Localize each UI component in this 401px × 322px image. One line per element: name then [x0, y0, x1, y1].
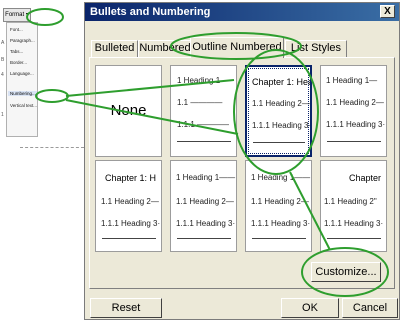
text-line	[252, 238, 306, 239]
outline-option[interactable]: 1 Heading 1—— 1.1 Heading 2— 1.1.1 Headi…	[170, 160, 237, 252]
menu-item-language[interactable]: Language...	[10, 71, 34, 76]
level-3-label: 1.1.1 ————	[177, 120, 230, 129]
menu-item-tabs[interactable]: Tabs...	[10, 49, 23, 54]
level-2-label: 1.1 Heading 2—	[252, 99, 310, 108]
tab-bulleted[interactable]: Bulleted	[91, 40, 138, 57]
title-bar: Bullets and Numbering X	[85, 3, 399, 21]
side-mark: 4	[1, 72, 4, 78]
outline-option-none[interactable]: None	[95, 65, 162, 157]
none-label: None	[110, 102, 147, 119]
reset-button[interactable]: Reset	[90, 298, 162, 318]
outline-option[interactable]: Chapter 1.1 Heading 2" 1.1.1 Heading 3·	[320, 160, 387, 252]
level-2-label: 1.1 Heading 2"	[324, 197, 377, 206]
level-1-label: 1 Heading 1——	[251, 173, 311, 182]
text-line	[327, 238, 381, 239]
customize-button[interactable]: Customize...	[311, 262, 381, 282]
tab-outline-numbered[interactable]: Outline Numbered	[190, 37, 284, 58]
menu-item-numbering[interactable]: Numbering...	[8, 91, 37, 96]
outline-option[interactable]: 1 Heading 1— 1.1 Heading 2— 1.1.1 Headin…	[320, 65, 387, 157]
text-line	[253, 142, 305, 143]
level-1-label: Chapter 1: H	[105, 173, 157, 183]
text-line	[327, 141, 381, 142]
outline-option-selected[interactable]: Chapter 1: Hea 1.1 Heading 2— 1.1.1 Head…	[245, 65, 312, 157]
level-1-label: Chapter	[349, 173, 382, 183]
tab-numbered[interactable]: Numbered	[138, 40, 192, 57]
format-menu-area: Format ▾ Font... Paragraph... Tabs... Bo…	[0, 0, 84, 322]
tab-list-styles[interactable]: List Styles	[285, 40, 347, 57]
level-3-label: 1.1.1 Heading 3·	[252, 121, 312, 130]
text-line	[102, 238, 156, 239]
side-mark: 1	[1, 112, 4, 118]
level-3-label: 1.1.1 Heading 3·	[326, 120, 386, 129]
menu-item-paragraph[interactable]: Paragraph...	[10, 38, 35, 43]
menu-item-vertical-text[interactable]: Vertical text...	[10, 103, 37, 108]
format-menu-button[interactable]: Format ▾	[3, 8, 31, 22]
bullets-numbering-dialog: Bullets and Numbering X Bulleted Numbere…	[84, 2, 400, 320]
level-3-label: 1.1.1 Heading 3·	[101, 219, 161, 228]
outline-option[interactable]: 1 Heading 1—— 1.1 Heading 2— 1.1.1 Headi…	[245, 160, 312, 252]
outline-option[interactable]: 1 Heading 1— 1.1 ———— 1.1.1 ————	[170, 65, 237, 157]
format-dropdown: Font... Paragraph... Tabs... Border... L…	[6, 22, 38, 137]
text-line	[177, 141, 231, 142]
level-2-label: 1.1 Heading 2—	[326, 98, 384, 107]
level-2-label: 1.1 Heading 2—	[101, 197, 159, 206]
page-divider	[20, 147, 84, 148]
level-1-label: 1 Heading 1—	[177, 76, 229, 85]
side-mark: B	[1, 57, 5, 63]
level-2-label: 1.1 Heading 2—	[176, 197, 234, 206]
ok-button[interactable]: OK	[281, 298, 339, 318]
close-button[interactable]: X	[380, 5, 395, 18]
side-mark: A	[1, 40, 5, 46]
text-line	[177, 238, 231, 239]
level-3-label: 1.1.1 Heading 3·	[324, 219, 384, 228]
level-2-label: 1.1 ————	[177, 98, 223, 107]
menu-item-border[interactable]: Border...	[10, 60, 27, 65]
menu-item-font[interactable]: Font...	[10, 27, 23, 32]
level-3-label: 1.1.1 Heading 3·	[176, 219, 236, 228]
level-1-label: 1 Heading 1——	[176, 173, 236, 182]
level-1-label: 1 Heading 1—	[326, 76, 378, 85]
dialog-title: Bullets and Numbering	[90, 6, 211, 18]
level-1-label: Chapter 1: Hea	[252, 77, 312, 87]
level-3-label: 1.1.1 Heading 3·	[251, 219, 311, 228]
cancel-button[interactable]: Cancel	[342, 298, 398, 318]
outline-option[interactable]: Chapter 1: H 1.1 Heading 2— 1.1.1 Headin…	[95, 160, 162, 252]
level-2-label: 1.1 Heading 2—	[251, 197, 309, 206]
